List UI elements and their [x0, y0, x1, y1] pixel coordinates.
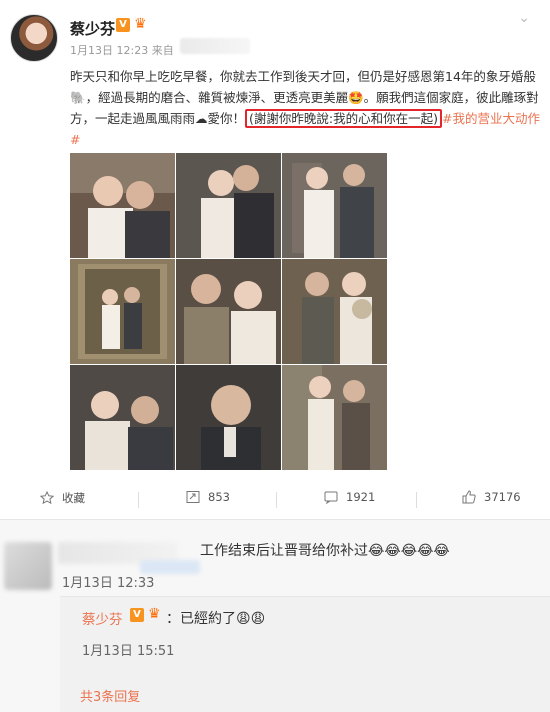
- photo-thumbnail[interactable]: [282, 259, 387, 364]
- post-meta: 1月13日 12:23 来自: [70, 44, 174, 57]
- comment-date: 1月13日 12:33: [62, 576, 155, 591]
- crown-badge-icon: ♛: [148, 606, 161, 622]
- blurred-source: [180, 38, 250, 54]
- comment-button[interactable]: 1921: [324, 490, 375, 505]
- reply-author[interactable]: 蔡少芬: [82, 608, 123, 628]
- comment-text: 工作结束后让晋哥给你补过😂😂😂😂😂: [200, 543, 450, 559]
- verified-badge-icon: V: [130, 608, 144, 622]
- divider: [276, 492, 277, 508]
- like-button[interactable]: 37176: [462, 490, 521, 504]
- photo-thumbnail[interactable]: [176, 259, 281, 364]
- verified-badge-icon: V: [116, 18, 130, 32]
- photo-thumbnail[interactable]: [70, 365, 175, 470]
- repost-icon: [186, 490, 202, 504]
- more-replies-link[interactable]: 共3条回复: [80, 686, 140, 705]
- photo-thumbnail[interactable]: [176, 365, 281, 470]
- reply-date: 1月13日 15:51: [82, 644, 175, 659]
- weibo-post: 蔡少芬 V ♛ 1月13日 12:23 来自 ⌄ 昨天只和你早上吃吃早餐，你就去…: [0, 0, 550, 520]
- crown-badge-icon: ♛: [134, 16, 147, 32]
- author-name[interactable]: 蔡少芬: [70, 18, 115, 39]
- repost-button[interactable]: 853: [186, 490, 230, 504]
- chevron-down-icon[interactable]: ⌄: [518, 10, 530, 26]
- post-action-bar: 收藏 853 1921 37176: [0, 480, 550, 520]
- thumbs-up-icon: [462, 490, 478, 504]
- divider: [138, 492, 139, 508]
- favorite-button[interactable]: 收藏: [39, 490, 85, 506]
- comment-icon: [324, 490, 340, 505]
- star-icon: [39, 490, 56, 505]
- divider: [416, 492, 417, 508]
- photo-thumbnail[interactable]: [282, 365, 387, 470]
- photo-thumbnail[interactable]: [70, 153, 175, 258]
- photo-grid: [70, 153, 387, 470]
- photo-thumbnail[interactable]: [176, 153, 281, 258]
- post-text: 昨天只和你早上吃吃早餐，你就去工作到後天才回，但仍是好感恩第14年的象牙婚般🐘，…: [70, 66, 540, 150]
- commenter-avatar-blurred[interactable]: [4, 542, 52, 590]
- photo-thumbnail[interactable]: [282, 153, 387, 258]
- reply-text: ：已經約了😩😩: [166, 611, 266, 627]
- highlighted-quote: (謝謝你昨晚說:我的心和你在一起): [245, 109, 442, 128]
- photo-thumbnail[interactable]: [70, 259, 175, 364]
- author-avatar[interactable]: [10, 14, 58, 62]
